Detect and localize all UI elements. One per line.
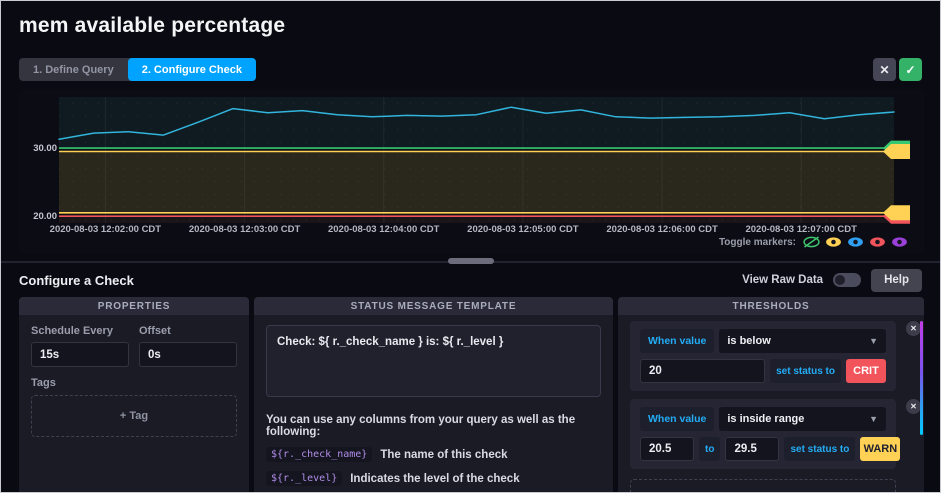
configure-check-bar: Configure a Check View Raw Data Help xyxy=(19,267,922,293)
marker-eye-warn[interactable] xyxy=(825,236,842,248)
svg-text:2020-08-03 12:04:00 CDT: 2020-08-03 12:04:00 CDT xyxy=(328,224,440,235)
svg-text:2020-08-03 12:07:00 CDT: 2020-08-03 12:07:00 CDT xyxy=(745,224,857,235)
offset-label: Offset xyxy=(139,325,171,337)
remove-threshold-button[interactable]: ✕ xyxy=(906,399,921,414)
config-bar-actions: View Raw Data Help xyxy=(742,268,922,292)
remove-threshold-button[interactable]: ✕ xyxy=(906,321,921,336)
add-tag-button[interactable]: + Tag xyxy=(31,395,237,437)
set-status-to-label: set status to xyxy=(784,437,856,461)
status-message-panel: STATUS MESSAGE TEMPLATE Check: ${ r._che… xyxy=(254,297,613,492)
when-value-label: When value xyxy=(640,407,715,431)
help-button[interactable]: Help xyxy=(871,268,922,292)
condition-dropdown[interactable]: is below ▼ xyxy=(719,329,886,353)
template-help-intro: You can use any columns from your query … xyxy=(266,414,576,438)
toggle-markers-label: Toggle markers: xyxy=(718,236,796,248)
editor-tabs: 1. Define Query 2. Configure Check xyxy=(19,58,256,81)
thresholds-scrollbar[interactable] xyxy=(920,321,923,435)
marker-eye-ok[interactable] xyxy=(803,236,820,248)
threshold-value-input[interactable] xyxy=(640,359,766,383)
offset-input[interactable] xyxy=(139,342,237,367)
marker-eye-unknown[interactable] xyxy=(891,236,908,248)
svg-text:30.00: 30.00 xyxy=(33,143,57,154)
tab-configure-check[interactable]: 2. Configure Check xyxy=(127,58,256,81)
check-chart-panel: 30.00 20.00 2020-08-03 12:02:00 CDT 2020-08… xyxy=(19,89,924,254)
page-title: mem available percentage xyxy=(19,14,286,37)
drag-handle[interactable] xyxy=(447,258,494,264)
set-status-to-label: set status to xyxy=(770,359,841,383)
template-snippet-row: ${r._check_name} The name of this check xyxy=(266,447,601,462)
range-min-input[interactable] xyxy=(640,437,694,461)
check-editor-window: mem available percentage 1. Define Query… xyxy=(0,0,941,493)
range-max-input[interactable] xyxy=(725,437,780,461)
toggle-markers: Toggle markers: xyxy=(719,236,908,248)
svg-text:2020-08-03 12:06:00 CDT: 2020-08-03 12:06:00 CDT xyxy=(606,224,718,235)
thresholds-panel: THRESHOLDS When value is below ▼ set sta… xyxy=(618,297,924,492)
snippet-code: ${r._level} xyxy=(266,471,343,486)
snippet-desc: The name of this check xyxy=(380,448,508,461)
snippet-desc: Indicates the level of the check xyxy=(350,472,520,485)
condition-dropdown[interactable]: is inside range ▼ xyxy=(719,407,886,431)
svg-text:2020-08-03 12:02:00 CDT: 2020-08-03 12:02:00 CDT xyxy=(50,224,162,235)
schedule-every-label: Schedule Every xyxy=(31,325,113,337)
schedule-every-input[interactable] xyxy=(31,342,129,367)
template-snippet-row: ${r._level} Indicates the level of the c… xyxy=(266,471,601,486)
cancel-button[interactable]: ✕ xyxy=(873,58,896,81)
threshold-chart[interactable]: 30.00 20.00 2020-08-03 12:02:00 CDT 2020-08… xyxy=(19,89,924,237)
resize-divider[interactable] xyxy=(1,257,940,267)
close-icon: ✕ xyxy=(879,62,890,77)
view-raw-data-label: View Raw Data xyxy=(742,274,824,286)
level-badge-crit[interactable]: CRIT xyxy=(846,359,886,383)
properties-panel: PROPERTIES Schedule Every Offset Tags + … xyxy=(19,297,249,492)
marker-eye-info[interactable] xyxy=(847,236,864,248)
checkmark-icon: ✓ xyxy=(905,62,916,77)
threshold-card-warn: When value is inside range ▼ to set stat… xyxy=(630,399,901,469)
check-plot[interactable]: 30.00 20.00 2020-08-03 12:02:00 CDT 2020-08… xyxy=(19,89,924,237)
to-label: to xyxy=(699,437,721,461)
add-info-threshold-button[interactable]: + INFO xyxy=(630,479,896,492)
svg-text:20.00: 20.00 xyxy=(33,211,57,222)
chevron-down-icon: ▼ xyxy=(869,414,878,424)
tab-define-query[interactable]: 1. Define Query xyxy=(19,58,128,81)
tags-label: Tags xyxy=(31,377,56,389)
svg-text:2020-08-03 12:05:00 CDT: 2020-08-03 12:05:00 CDT xyxy=(467,224,579,235)
section-title: Configure a Check xyxy=(19,272,134,288)
confirm-button[interactable]: ✓ xyxy=(899,58,922,81)
condition-value: is inside range xyxy=(727,413,805,425)
toggle-knob xyxy=(835,275,846,285)
thresholds-header: THRESHOLDS xyxy=(618,297,924,315)
marker-eye-crit[interactable] xyxy=(869,236,886,248)
properties-header: PROPERTIES xyxy=(19,297,249,315)
status-message-header: STATUS MESSAGE TEMPLATE xyxy=(254,297,613,315)
condition-value: is below xyxy=(727,335,771,347)
threshold-card-crit: When value is below ▼ set status to CRIT xyxy=(630,321,896,391)
when-value-label: When value xyxy=(640,329,715,353)
svg-text:2020-08-03 12:03:00 CDT: 2020-08-03 12:03:00 CDT xyxy=(189,224,301,235)
level-badge-warn[interactable]: WARN xyxy=(860,437,901,461)
chevron-down-icon: ▼ xyxy=(869,336,878,346)
view-raw-data-toggle[interactable] xyxy=(833,273,862,287)
status-message-textarea[interactable]: Check: ${ r._check_name } is: ${ r._leve… xyxy=(266,325,601,397)
snippet-code: ${r._check_name} xyxy=(266,447,373,462)
marker-eye-group xyxy=(803,236,908,248)
